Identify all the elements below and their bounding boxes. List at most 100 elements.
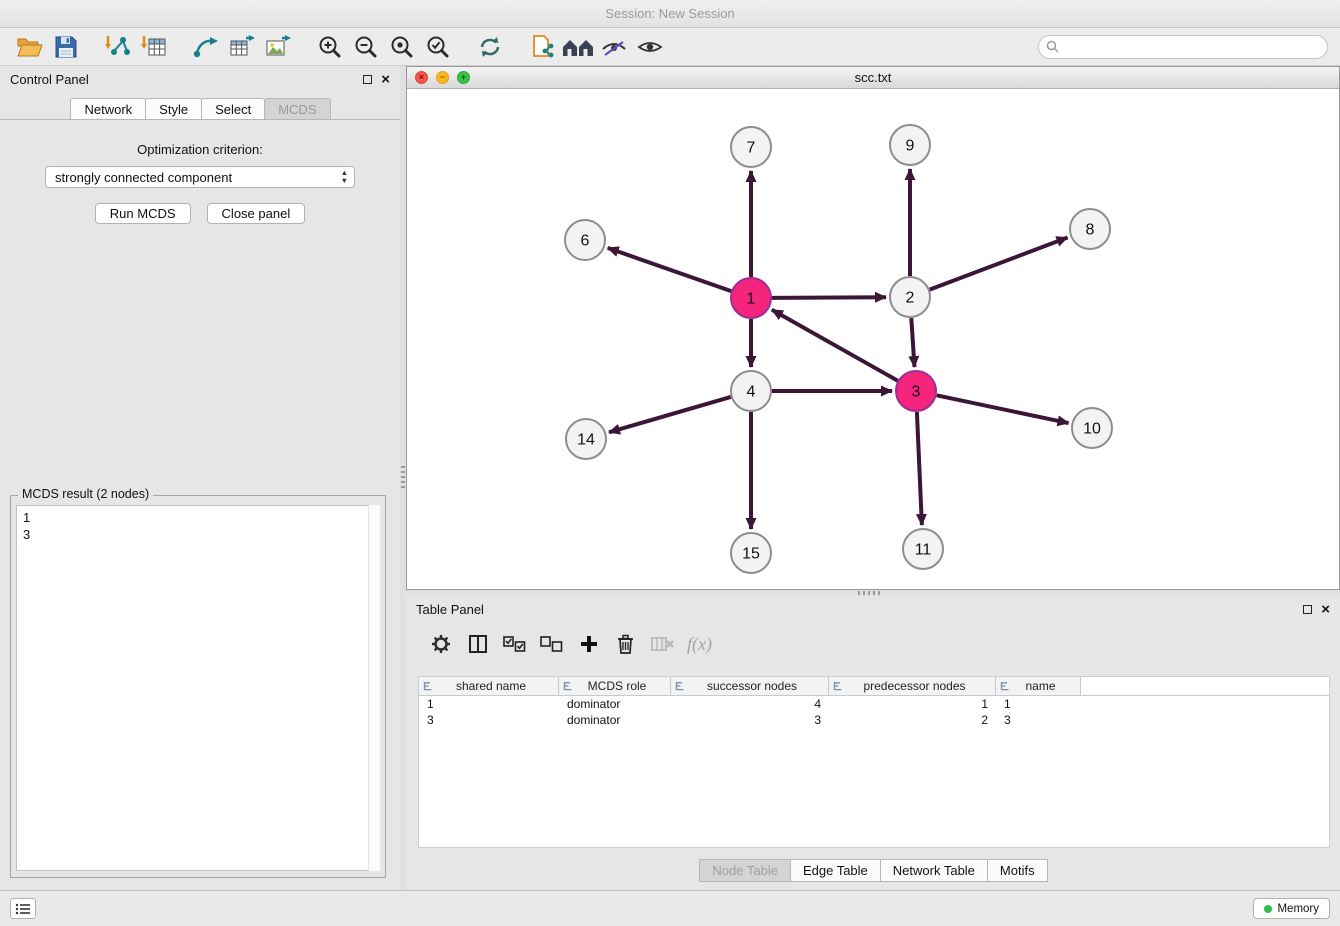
minimize-window-icon[interactable]: − xyxy=(436,71,449,84)
delete-row-button[interactable] xyxy=(607,630,644,658)
graph-edge-3-10[interactable] xyxy=(937,395,1069,423)
unselect-all-icon xyxy=(540,636,563,653)
close-panel-icon[interactable]: × xyxy=(1321,602,1330,617)
table-row[interactable]: 3dominator323 xyxy=(419,712,1329,728)
dropdown-stepper-icon: ▲▼ xyxy=(341,169,348,185)
graph-node-10[interactable]: 10 xyxy=(1072,408,1112,448)
unselect-all-button[interactable] xyxy=(533,630,570,658)
export-network-button[interactable] xyxy=(188,32,224,62)
function-icon: f(x) xyxy=(687,634,712,655)
main-toolbar xyxy=(0,28,1340,66)
close-panel-button[interactable]: Close panel xyxy=(207,203,306,224)
select-all-button[interactable] xyxy=(496,630,533,658)
optimization-criterion-dropdown[interactable]: strongly connected component ▲▼ xyxy=(45,166,355,188)
table-tab-network-table[interactable]: Network Table xyxy=(880,859,988,882)
column-header-successor-nodes[interactable]: successor nodes xyxy=(671,677,829,695)
table-settings-button[interactable] xyxy=(422,630,459,658)
column-header-shared-name[interactable]: shared name xyxy=(419,677,559,695)
graph-node-7[interactable]: 7 xyxy=(731,127,771,167)
delete-column-button[interactable] xyxy=(644,630,681,658)
show-columns-button[interactable] xyxy=(459,630,496,658)
sort-column-icon xyxy=(1000,681,1011,691)
mcds-result-list[interactable]: 13 xyxy=(16,505,380,871)
sort-column-icon xyxy=(675,681,686,691)
graph-node-4[interactable]: 4 xyxy=(731,371,771,411)
import-network-button[interactable] xyxy=(100,32,136,62)
zoom-selected-button[interactable] xyxy=(420,32,456,62)
search-input[interactable] xyxy=(1038,35,1328,59)
close-window-icon[interactable]: × xyxy=(415,71,428,84)
result-scrollbar[interactable] xyxy=(368,505,380,871)
graph-edge-2-3[interactable] xyxy=(911,318,914,367)
table-tab-motifs[interactable]: Motifs xyxy=(987,859,1048,882)
splitter-grip[interactable] xyxy=(858,591,880,595)
graph-node-label: 1 xyxy=(747,291,756,308)
table-cell: 2 xyxy=(829,712,996,728)
float-panel-icon[interactable] xyxy=(363,75,372,84)
graph-node-label: 14 xyxy=(577,432,595,449)
clone-network-button[interactable] xyxy=(524,32,560,62)
graph-edge-4-14[interactable] xyxy=(609,397,731,432)
refresh-button[interactable] xyxy=(472,32,508,62)
graph-node-11[interactable]: 11 xyxy=(903,529,943,569)
zoom-window-icon[interactable]: + xyxy=(457,71,470,84)
graph-edge-1-6[interactable] xyxy=(608,248,732,291)
column-header-name[interactable]: name xyxy=(996,677,1081,695)
export-image-button[interactable] xyxy=(260,32,296,62)
run-mcds-button[interactable]: Run MCDS xyxy=(95,203,191,224)
zoom-in-button[interactable] xyxy=(312,32,348,62)
graph-node-6[interactable]: 6 xyxy=(565,220,605,260)
table-cell: 1 xyxy=(419,696,559,712)
show-details-button[interactable] xyxy=(632,32,668,62)
graph-edge-2-8[interactable] xyxy=(930,238,1068,290)
zoom-out-button[interactable] xyxy=(348,32,384,62)
column-header-predecessor-nodes[interactable]: predecessor nodes xyxy=(829,677,996,695)
function-builder-button[interactable]: f(x) xyxy=(681,630,718,658)
graph-node-14[interactable]: 14 xyxy=(566,419,606,459)
tab-style[interactable]: Style xyxy=(145,98,202,119)
status-bar: Memory xyxy=(0,890,1340,926)
task-history-button[interactable] xyxy=(10,898,36,919)
close-panel-icon[interactable]: × xyxy=(381,72,390,87)
export-table-button[interactable] xyxy=(224,32,260,62)
network-graph[interactable]: 7 9 6 8 1 2 4 3 14 10 15 11 xyxy=(407,89,1339,589)
window-title: Session: New Session xyxy=(605,6,734,21)
graph-node-2[interactable]: 2 xyxy=(890,277,930,317)
zoom-out-icon xyxy=(353,35,379,59)
tab-network[interactable]: Network xyxy=(70,98,146,119)
graph-edge-3-11[interactable] xyxy=(917,412,922,525)
import-table-button[interactable] xyxy=(136,32,172,62)
open-session-button[interactable] xyxy=(12,32,48,62)
zoom-fit-button[interactable] xyxy=(384,32,420,62)
optimization-criterion-label: Optimization criterion: xyxy=(0,142,400,157)
graph-node-3[interactable]: 3 xyxy=(896,371,936,411)
memory-button[interactable]: Memory xyxy=(1253,898,1330,919)
tab-mcds[interactable]: MCDS xyxy=(264,98,330,119)
splitter-grip[interactable] xyxy=(401,466,405,488)
network-canvas[interactable]: 7 9 6 8 1 2 4 3 14 10 15 11 xyxy=(407,89,1339,589)
table-tab-edge-table[interactable]: Edge Table xyxy=(790,859,881,882)
apply-style-icon xyxy=(601,37,627,57)
table-cell: 1 xyxy=(996,696,1081,712)
first-neighbors-button[interactable] xyxy=(560,32,596,62)
graph-node-1[interactable]: 1 xyxy=(731,278,771,318)
mcds-result-item: 1 xyxy=(23,509,373,526)
table-tab-node-table[interactable]: Node Table xyxy=(699,859,791,882)
graph-node-9[interactable]: 9 xyxy=(890,125,930,165)
column-header-MCDS-role[interactable]: MCDS role xyxy=(559,677,671,695)
tab-select[interactable]: Select xyxy=(201,98,265,119)
graph-node-15[interactable]: 15 xyxy=(731,533,771,573)
add-column-button[interactable] xyxy=(570,630,607,658)
graph-node-8[interactable]: 8 xyxy=(1070,209,1110,249)
graph-edge-3-1[interactable] xyxy=(772,310,898,381)
apply-style-button[interactable] xyxy=(596,32,632,62)
application-window: Session: New Session xyxy=(0,0,1340,926)
table-row[interactable]: 1dominator411 xyxy=(419,696,1329,712)
network-window-titlebar[interactable]: × − + scc.txt xyxy=(407,67,1339,89)
network-window-title: scc.txt xyxy=(855,70,892,85)
save-session-button[interactable] xyxy=(48,32,84,62)
graph-edge-1-2[interactable] xyxy=(772,297,886,298)
control-panel-header: Control Panel × xyxy=(0,66,400,92)
float-panel-icon[interactable] xyxy=(1303,605,1312,614)
delete-column-icon xyxy=(651,635,675,653)
